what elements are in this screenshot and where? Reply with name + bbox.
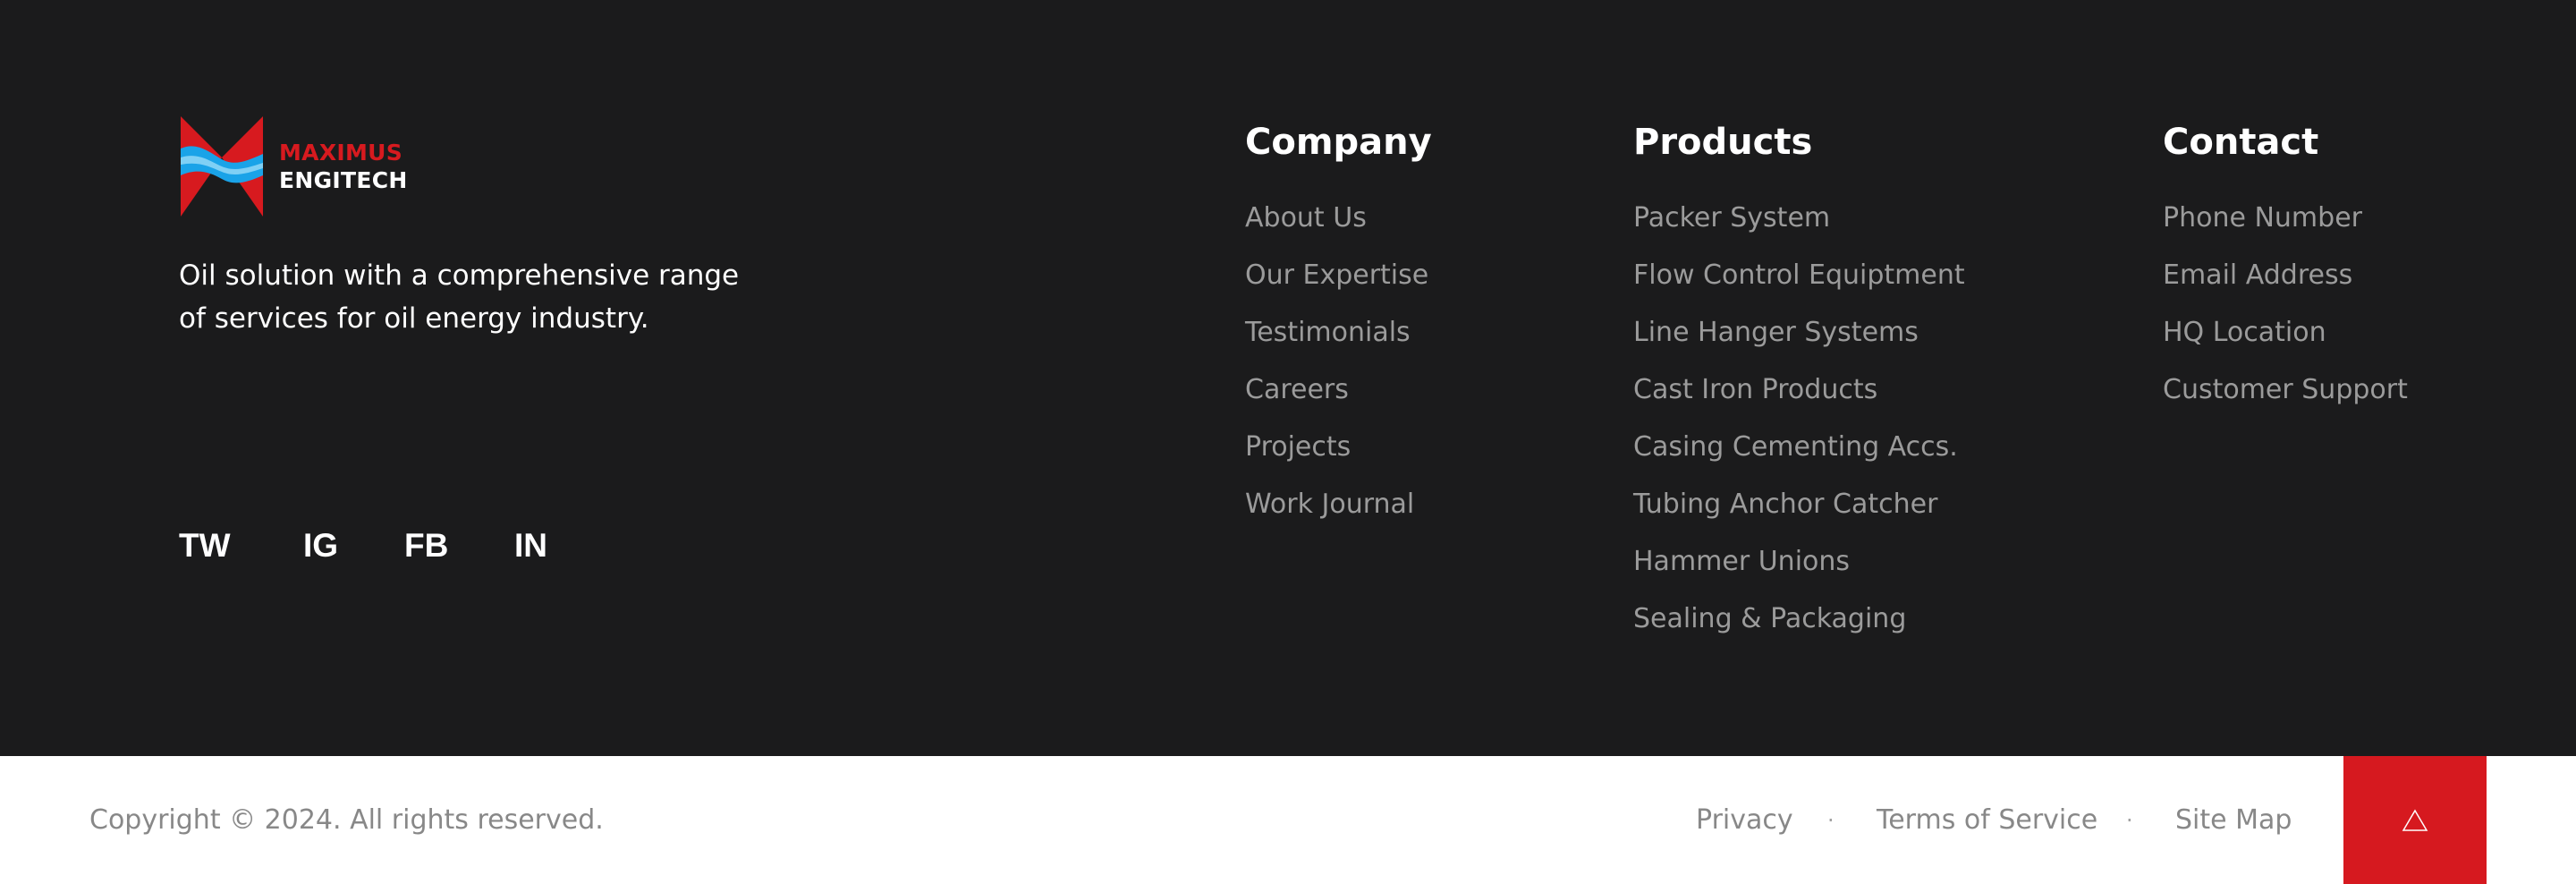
- footer-link-flow-control[interactable]: Flow Control Equiptment: [1633, 256, 1965, 313]
- site-map-link[interactable]: Site Map: [2175, 801, 2292, 840]
- footer-link-line-hanger[interactable]: Line Hanger Systems: [1633, 313, 1965, 370]
- products-column-title: Products: [1633, 122, 1813, 163]
- brand-tagline: Oil solution with a comprehensive range …: [179, 259, 740, 335]
- privacy-link[interactable]: Privacy: [1696, 801, 1793, 840]
- social-link-facebook[interactable]: FB: [404, 524, 448, 567]
- footer-link-email-address[interactable]: Email Address: [2163, 256, 2408, 313]
- back-to-top-button[interactable]: [2343, 756, 2487, 884]
- brand-logo[interactable]: MAXIMUS ENGITECH: [179, 116, 407, 217]
- social-link-linkedin[interactable]: IN: [514, 524, 547, 567]
- contact-links: Phone Number Email Address HQ Location C…: [2163, 199, 2408, 428]
- contact-column-title: Contact: [2163, 122, 2319, 163]
- footer-link-hammer-unions[interactable]: Hammer Unions: [1633, 542, 1965, 599]
- triangle-up-icon: [2402, 809, 2428, 831]
- site-footer: MAXIMUS ENGITECH Oil solution with a com…: [0, 0, 2576, 756]
- footer-link-testimonials[interactable]: Testimonials: [1245, 313, 1428, 370]
- footer-link-tubing-anchor[interactable]: Tubing Anchor Catcher: [1633, 485, 1965, 542]
- footer-link-phone-number[interactable]: Phone Number: [2163, 199, 2408, 256]
- footer-link-sealing-packaging[interactable]: Sealing & Packaging: [1633, 599, 1965, 657]
- social-link-twitter[interactable]: TW: [179, 524, 231, 567]
- company-column-title: Company: [1245, 122, 1432, 163]
- logo-mark-icon: [181, 116, 263, 217]
- footer-link-customer-support[interactable]: Customer Support: [2163, 370, 2408, 428]
- copyright-text: Copyright © 2024. All rights reserved.: [89, 804, 604, 836]
- footer-link-packer-system[interactable]: Packer System: [1633, 199, 1965, 256]
- products-links: Packer System Flow Control Equiptment Li…: [1633, 199, 1965, 657]
- company-links: About Us Our Expertise Testimonials Care…: [1245, 199, 1428, 542]
- brand-name-line2: ENGITECH: [279, 167, 408, 193]
- footer-link-casing-cementing[interactable]: Casing Cementing Accs.: [1633, 428, 1965, 485]
- footer-link-careers[interactable]: Careers: [1245, 370, 1428, 428]
- footer-link-work-journal[interactable]: Work Journal: [1245, 485, 1428, 542]
- footer-link-about-us[interactable]: About Us: [1245, 199, 1428, 256]
- footer-link-our-expertise[interactable]: Our Expertise: [1245, 256, 1428, 313]
- social-link-instagram[interactable]: IG: [303, 524, 338, 567]
- footer-bottom-bar: Copyright © 2024. All rights reserved. P…: [0, 756, 2576, 884]
- footer-link-hq-location[interactable]: HQ Location: [2163, 313, 2408, 370]
- footer-link-cast-iron[interactable]: Cast Iron Products: [1633, 370, 1965, 428]
- separator-dot: ·: [2126, 808, 2133, 833]
- footer-link-projects[interactable]: Projects: [1245, 428, 1428, 485]
- brand-name-line1: MAXIMUS: [279, 140, 403, 166]
- terms-of-service-link[interactable]: Terms of Service: [1877, 801, 2097, 840]
- separator-dot: ·: [1827, 808, 1835, 833]
